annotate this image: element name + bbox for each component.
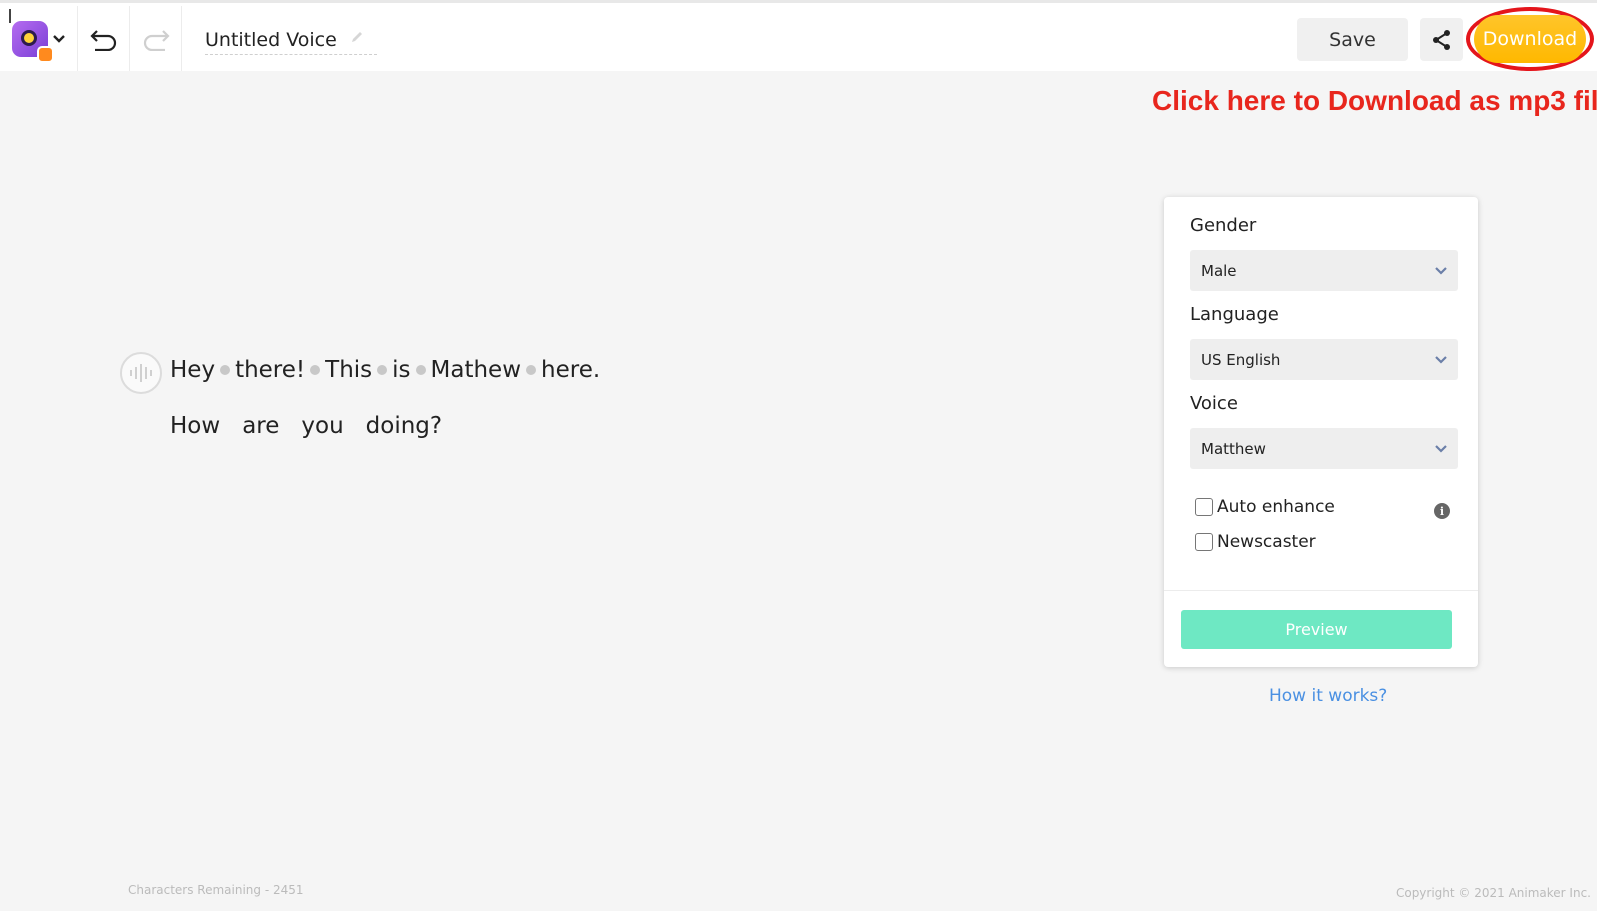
- pause-dot[interactable]: [220, 365, 231, 375]
- word[interactable]: are: [242, 413, 279, 439]
- annotation-text: Click here to Download as mp3 file: [1152, 85, 1597, 116]
- app-logo-icon: [8, 8, 54, 63]
- pause-dot[interactable]: [310, 365, 321, 375]
- gender-label: Gender: [1190, 215, 1257, 236]
- undo-icon: [89, 29, 116, 51]
- copyright: Copyright © 2021 Animaker Inc.: [1395, 886, 1591, 900]
- share-button[interactable]: [1420, 18, 1463, 61]
- word[interactable]: there!: [235, 357, 305, 383]
- language-value: US English: [1201, 350, 1281, 369]
- chevron-down-icon: [52, 29, 66, 48]
- voice-settings-panel: Gender Male Language US English Voice Ma…: [1164, 197, 1478, 667]
- newscaster-checkbox[interactable]: [1195, 533, 1213, 551]
- redo-button[interactable]: [130, 6, 182, 71]
- newscaster-option[interactable]: Newscaster: [1195, 532, 1316, 552]
- voice-value: Matthew: [1201, 439, 1266, 458]
- save-button[interactable]: Save: [1297, 18, 1408, 61]
- script-line-1[interactable]: Hey there! This is Mathew here.: [170, 357, 600, 383]
- word[interactable]: Mathew: [431, 357, 522, 383]
- project-title-field[interactable]: Untitled Voice: [205, 25, 377, 55]
- voice-wave-icon[interactable]: [120, 352, 162, 394]
- pause-dot[interactable]: [415, 365, 426, 375]
- redo-icon: [143, 29, 170, 51]
- gender-value: Male: [1201, 261, 1237, 280]
- chevron-down-icon: [1434, 262, 1448, 280]
- download-button[interactable]: Download: [1474, 15, 1586, 63]
- how-it-works-link[interactable]: How it works?: [1269, 686, 1387, 706]
- project-title: Untitled Voice: [205, 28, 337, 51]
- divider: [1164, 590, 1478, 591]
- characters-remaining: Characters Remaining - 2451: [128, 883, 304, 897]
- gender-select[interactable]: Male: [1190, 250, 1458, 291]
- word[interactable]: doing?: [366, 413, 442, 439]
- newscaster-label: Newscaster: [1217, 532, 1316, 552]
- word[interactable]: Hey: [170, 357, 215, 383]
- word[interactable]: How: [170, 413, 220, 439]
- pause-dot[interactable]: [526, 365, 537, 375]
- page: Untitled Voice Save Download Click here …: [0, 0, 1597, 911]
- voice-label: Voice: [1190, 393, 1238, 414]
- top-bar: Untitled Voice Save Download: [0, 0, 1597, 71]
- word[interactable]: here.: [541, 357, 600, 383]
- language-select[interactable]: US English: [1190, 339, 1458, 380]
- preview-button[interactable]: Preview: [1181, 610, 1452, 649]
- auto-enhance-label: Auto enhance: [1217, 497, 1335, 517]
- chevron-down-icon: [1434, 351, 1448, 369]
- word[interactable]: This: [325, 357, 372, 383]
- auto-enhance-option[interactable]: Auto enhance: [1195, 497, 1335, 517]
- app-menu-button[interactable]: [0, 6, 78, 71]
- word[interactable]: is: [392, 357, 410, 383]
- voice-select[interactable]: Matthew: [1190, 428, 1458, 469]
- pause-dot[interactable]: [377, 365, 388, 375]
- chevron-down-icon: [1434, 440, 1448, 458]
- pencil-icon[interactable]: [349, 29, 365, 49]
- language-label: Language: [1190, 304, 1279, 325]
- info-icon[interactable]: i: [1434, 503, 1450, 519]
- share-icon: [1432, 29, 1450, 50]
- script-line-2[interactable]: How are you doing?: [170, 413, 464, 439]
- word[interactable]: you: [301, 413, 343, 439]
- auto-enhance-checkbox[interactable]: [1195, 498, 1213, 516]
- undo-button[interactable]: [78, 6, 130, 71]
